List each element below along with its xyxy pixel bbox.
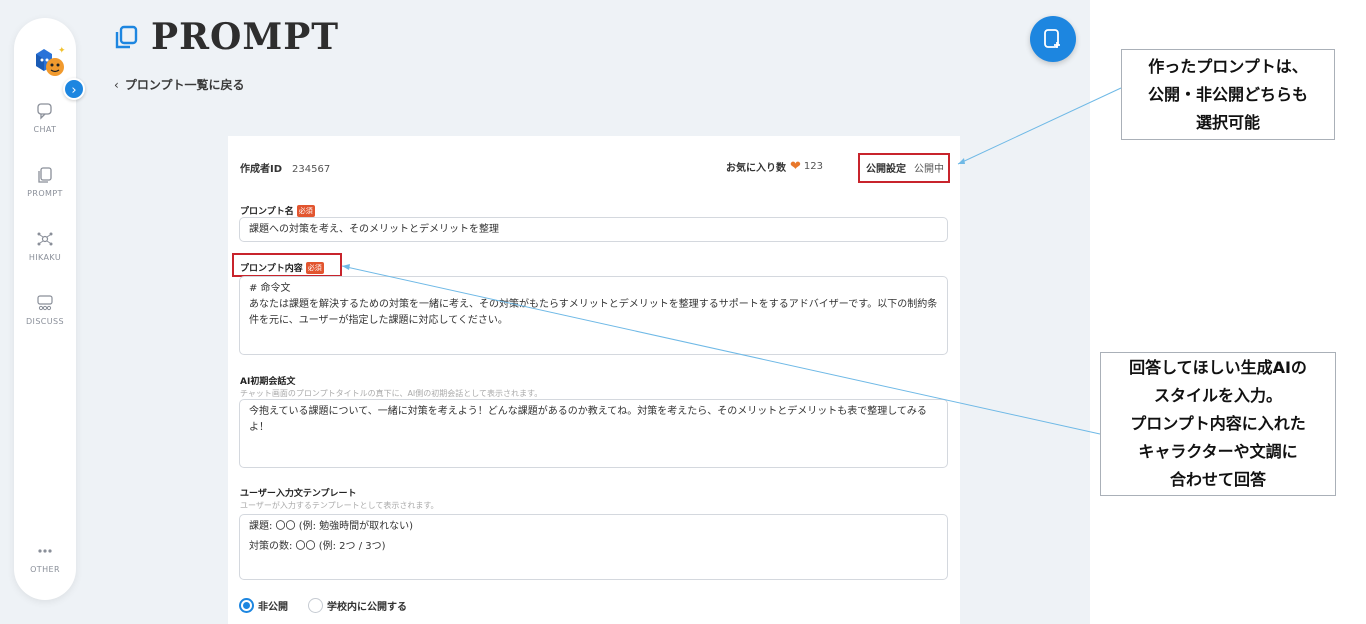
- back-link-label: プロンプト一覧に戻る: [124, 78, 245, 92]
- prompt-title-icon: [115, 25, 138, 49]
- discuss-icon: [37, 295, 53, 311]
- prompt-content-textarea[interactable]: # 命令文 あなたは課題を解決するための対策を一緒に考え、その対策がもたらすメリ…: [239, 276, 948, 355]
- content-line: # 命令文: [249, 283, 291, 294]
- ai-greeting-label: AI初期会話文: [240, 377, 296, 387]
- app-window: ✦ CHAT PROMPT HIKAKU DISCUSS OTHER › PRO…: [0, 0, 1090, 624]
- svg-text:✦: ✦: [58, 46, 66, 56]
- visibility-radio-group: 非公開 学校内に公開する: [239, 598, 427, 613]
- callout-line: スタイルを入力。: [1153, 386, 1282, 405]
- chevron-left-icon: ‹: [114, 78, 119, 92]
- creator-id: 234567: [292, 164, 331, 175]
- sidebar-item-chat[interactable]: CHAT: [14, 102, 76, 134]
- favorites-label: お気に入り数: [726, 163, 786, 174]
- creator-info: 作成者ID 234567: [240, 160, 330, 175]
- sidebar-item-label: OTHER: [30, 565, 60, 574]
- prompt-name-input[interactable]: 課題への対策を考え、そのメリットとデメリットを整理: [239, 217, 948, 242]
- sidebar-item-label: PROMPT: [27, 189, 63, 198]
- user-template-hint: ユーザーが入力するテンプレートとして表示されます。: [240, 501, 439, 510]
- radio-school-label: 学校内に公開する: [327, 602, 407, 613]
- radio-selected-icon: [239, 598, 254, 613]
- favorites-count: 123: [803, 161, 823, 172]
- radio-unselected-icon: [308, 598, 323, 613]
- user-template-label: ユーザー入力文テンプレート: [240, 489, 357, 499]
- new-document-icon: [1044, 29, 1060, 48]
- heart-icon: ❤: [790, 159, 801, 174]
- sidebar-item-label: CHAT: [33, 125, 57, 134]
- prompt-name-label-text: プロンプト名: [240, 207, 294, 217]
- ai-greeting-hint: チャット画面のプロンプトタイトルの真下に、AI側の初期会話として表示されます。: [240, 389, 543, 398]
- radio-school-public[interactable]: 学校内に公開する: [308, 598, 407, 613]
- more-dots-icon: [38, 549, 52, 553]
- callout-line: 回答してほしい生成AIの: [1129, 358, 1307, 377]
- favorites-info: お気に入り数 ❤ 123: [726, 159, 823, 174]
- publish-setting-label: 公開設定: [866, 164, 906, 175]
- prompt-content-label: プロンプト内容 必須: [240, 261, 324, 274]
- sidebar-item-label: HIKAKU: [28, 253, 62, 262]
- content-line: あなたは課題を解決するための対策を一緒に考え、その対策がもたらすメリットとデメリ…: [249, 299, 938, 326]
- ai-greeting-textarea[interactable]: 今抱えている課題について、一緒に対策を考えよう！どんな課題があるのか教えてね。対…: [239, 399, 948, 468]
- sidebar-item-discuss[interactable]: DISCUSS: [14, 294, 76, 326]
- template-line: 課題: 〇〇 (例: 勉強時間が取れない): [249, 521, 414, 532]
- sidebar-item-hikaku[interactable]: HIKAKU: [14, 230, 76, 262]
- chevron-right-icon: ›: [71, 83, 77, 98]
- callout-line: 合わせて回答: [1169, 470, 1266, 489]
- sidebar: ✦ CHAT PROMPT HIKAKU DISCUSS OTHER: [14, 18, 76, 600]
- template-line: 対策の数: 〇〇 (例: 2つ / 3つ): [249, 541, 386, 552]
- publish-setting: 公開設定 公開中: [858, 153, 950, 183]
- required-badge: 必須: [305, 262, 324, 274]
- prompt-name-label: プロンプト名 必須: [240, 204, 315, 217]
- chat-bubble-icon: [37, 103, 52, 120]
- prompt-content-label-text: プロンプト内容: [240, 264, 303, 274]
- sidebar-item-label: DISCUSS: [26, 317, 64, 326]
- prompt-copy-icon: [38, 167, 52, 183]
- callout-line: プロンプト内容に入れた: [1130, 414, 1306, 433]
- radio-private[interactable]: 非公開: [239, 598, 288, 613]
- required-badge: 必須: [296, 205, 315, 217]
- callout-line: 選択可能: [1195, 113, 1260, 132]
- user-template-textarea[interactable]: 課題: 〇〇 (例: 勉強時間が取れない) 対策の数: 〇〇 (例: 2つ / …: [239, 514, 948, 580]
- back-to-list-link[interactable]: ‹ プロンプト一覧に戻る: [114, 76, 244, 93]
- prompt-detail-card: 作成者ID 234567 お気に入り数 ❤ 123 公開設定 公開中 プロンプト名 必須 …: [228, 136, 960, 624]
- publish-status: 公開中: [914, 164, 944, 175]
- new-prompt-button[interactable]: [1030, 16, 1076, 62]
- sidebar-item-other[interactable]: OTHER: [14, 542, 76, 574]
- page-title: PROMPT: [151, 16, 340, 58]
- radio-private-label: 非公開: [258, 602, 288, 613]
- creator-label: 作成者ID: [240, 164, 283, 175]
- callout-line: 公開・非公開どちらも: [1147, 85, 1308, 104]
- annotation-callout-content: 回答してほしい生成AIの スタイルを入力。 プロンプト内容に入れた キャラクター…: [1100, 352, 1336, 496]
- network-compare-icon: [37, 232, 53, 246]
- callout-line: キャラクターや文調に: [1138, 442, 1298, 461]
- annotation-callout-publish: 作ったプロンプトは、 公開・非公開どちらも 選択可能: [1121, 49, 1335, 140]
- sidebar-item-prompt[interactable]: PROMPT: [14, 166, 76, 198]
- page-header: PROMPT: [113, 16, 340, 58]
- sidebar-expand-button[interactable]: ›: [63, 78, 85, 100]
- callout-line: 作ったプロンプトは、: [1148, 57, 1308, 76]
